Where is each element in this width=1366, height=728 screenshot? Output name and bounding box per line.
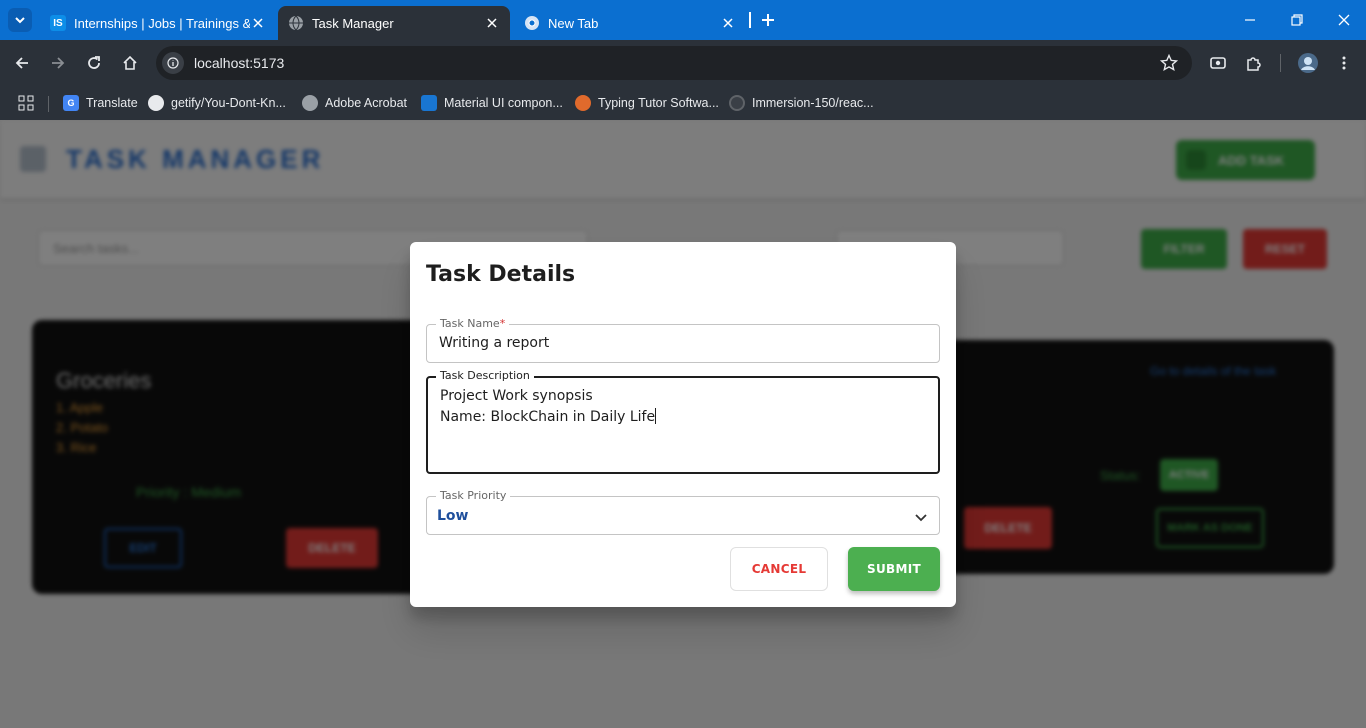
- bookmark-star-icon[interactable]: [1160, 54, 1178, 72]
- kebab-menu-icon: [1342, 56, 1346, 70]
- text-caret: [655, 408, 657, 424]
- cancel-button[interactable]: CANCEL: [730, 547, 828, 591]
- chevron-down-icon: [915, 514, 927, 522]
- task-name-field[interactable]: Task Name* Writing a report: [426, 317, 940, 363]
- browser-tabstrip: IS Internships | Jobs | Trainings & Onli…: [0, 0, 1366, 40]
- bookmarks-bar: G Translate getify/You-Dont-Kn... Adobe A…: [0, 86, 1366, 120]
- dialog-title: Task Details: [426, 262, 576, 287]
- bookmark-label: getify/You-Dont-Kn...: [171, 96, 286, 110]
- close-tab-icon[interactable]: [484, 15, 500, 31]
- github-icon: [148, 95, 164, 111]
- globe-icon: [302, 95, 318, 111]
- home-icon: [123, 55, 137, 70]
- arrow-left-icon: [15, 57, 28, 69]
- close-icon: [1338, 14, 1350, 26]
- minimize-button[interactable]: [1240, 10, 1260, 30]
- back-button[interactable]: [10, 51, 34, 75]
- menu-button[interactable]: [1332, 51, 1356, 75]
- task-priority-label: Task Priority: [436, 489, 511, 503]
- bookmark-immersion[interactable]: Immersion-150/reac...: [729, 92, 874, 114]
- puzzle-icon: [1247, 57, 1261, 71]
- arrow-right-icon: [52, 57, 65, 69]
- bookmark-material-ui[interactable]: Material UI compon...: [421, 92, 563, 114]
- address-bar[interactable]: localhost:5173: [156, 46, 1192, 80]
- close-window-button[interactable]: [1334, 10, 1354, 30]
- tab-title: Task Manager: [312, 15, 394, 31]
- task-priority-value: Low: [437, 508, 469, 524]
- internshala-favicon: IS: [50, 15, 66, 31]
- bookmarks-divider: [48, 96, 49, 112]
- task-description-line: Project Work synopsis: [440, 388, 593, 404]
- chevron-down-icon: [15, 17, 25, 24]
- toolbar-divider: [1280, 54, 1281, 72]
- task-description-line-wrap: Name: BlockChain in Daily Life: [440, 408, 657, 425]
- globe-icon: [288, 15, 304, 31]
- task-description-field[interactable]: Task Description Project Work synopsis N…: [426, 369, 940, 474]
- bookmark-translate[interactable]: G Translate: [63, 92, 138, 114]
- task-priority-select[interactable]: Task Priority Low: [426, 489, 940, 535]
- tab-title: Internships | Jobs | Trainings & Online.…: [74, 15, 250, 31]
- task-description-label: Task Description: [436, 369, 534, 383]
- cast-icon: [1210, 57, 1226, 69]
- restore-button[interactable]: [1287, 10, 1307, 30]
- close-tab-icon[interactable]: [720, 15, 736, 31]
- typing-tutor-icon: [575, 95, 591, 111]
- task-name-value: Writing a report: [439, 335, 550, 351]
- bookmark-typing-tutor[interactable]: Typing Tutor Softwa...: [575, 92, 719, 114]
- bookmark-label: Material UI compon...: [444, 96, 563, 110]
- task-name-label: Task Name*: [436, 317, 510, 331]
- github-icon: [729, 95, 745, 111]
- forward-button[interactable]: [46, 51, 70, 75]
- reload-button[interactable]: [82, 51, 106, 75]
- tab-title: New Tab: [548, 15, 599, 31]
- bookmark-adobe-acrobat[interactable]: Adobe Acrobat: [302, 92, 407, 114]
- home-button[interactable]: [118, 51, 142, 75]
- bookmark-label: Typing Tutor Softwa...: [598, 96, 719, 110]
- bookmark-label: Adobe Acrobat: [325, 96, 408, 110]
- profile-avatar[interactable]: [1296, 51, 1320, 75]
- apps-grid-icon: [18, 95, 34, 111]
- url-text: localhost:5173: [194, 55, 285, 71]
- apps-button[interactable]: [18, 92, 34, 114]
- reload-icon: [88, 56, 100, 69]
- avatar-icon: [1298, 53, 1318, 73]
- plus-icon: [762, 14, 774, 26]
- extensions-button[interactable]: [1242, 51, 1266, 75]
- tab-task-manager[interactable]: Task Manager: [278, 6, 510, 40]
- browser-toolbar: localhost:5173: [0, 40, 1366, 86]
- minimize-icon: [1245, 19, 1255, 21]
- task-name-label-text: Task Name: [440, 317, 500, 330]
- required-mark: *: [499, 317, 506, 330]
- google-translate-icon: G: [63, 95, 79, 111]
- restore-icon: [1291, 14, 1303, 26]
- chrome-icon: [524, 15, 540, 31]
- tab-internshala[interactable]: IS Internships | Jobs | Trainings & Onli…: [40, 6, 276, 40]
- close-tab-icon[interactable]: [250, 15, 266, 31]
- site-info-icon[interactable]: [162, 52, 184, 74]
- new-tab-button[interactable]: [758, 10, 778, 30]
- bookmark-label: Translate: [86, 96, 138, 110]
- submit-button[interactable]: SUBMIT: [848, 547, 940, 591]
- bookmark-label: Immersion-150/reac...: [752, 96, 874, 110]
- bookmark-getify[interactable]: getify/You-Dont-Kn...: [148, 92, 286, 114]
- tab-search-button[interactable]: [8, 8, 32, 32]
- tab-new-tab[interactable]: New Tab: [514, 6, 746, 40]
- screen-cast-button[interactable]: [1206, 51, 1230, 75]
- task-description-line: Name: BlockChain in Daily Life: [440, 409, 656, 425]
- tab-divider: [749, 12, 751, 28]
- task-details-dialog: Task Details Task Name* Writing a report…: [410, 242, 956, 607]
- mui-logo-icon: [421, 95, 437, 111]
